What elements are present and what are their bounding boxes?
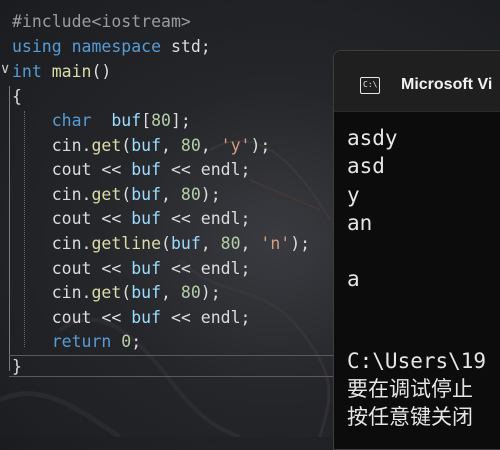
code-token: , <box>161 283 181 302</box>
code-token: ); <box>290 234 311 253</box>
code-line[interactable]: } <box>12 355 22 379</box>
console-output-line: 按任意键关闭 <box>347 405 473 429</box>
code-token: buf <box>131 283 162 302</box>
code-token: buf <box>111 111 142 130</box>
console-output-line: y <box>347 183 360 207</box>
code-token: #include <box>12 12 92 31</box>
code-token: << endl; <box>161 209 251 228</box>
code-token: 'y' <box>220 136 251 155</box>
code-token: buf <box>131 259 162 278</box>
code-token: int <box>12 62 42 81</box>
code-token: [ <box>141 111 152 130</box>
code-token: 80 <box>180 283 201 302</box>
code-token: cin. <box>12 283 92 302</box>
console-titlebar[interactable]: C:\ Microsoft Vi <box>334 51 500 112</box>
code-token: cout << <box>12 160 132 179</box>
code-token: buf <box>131 209 162 228</box>
code-token: using <box>12 37 62 56</box>
code-token: std; <box>161 37 211 56</box>
code-token: ; <box>131 332 142 351</box>
code-token: ); <box>250 136 271 155</box>
code-line[interactable]: cout << buf << endl; <box>12 257 251 281</box>
code-token: { <box>12 87 22 106</box>
code-token: , <box>200 234 221 253</box>
code-line[interactable]: cin.get(buf, 80); <box>12 281 221 305</box>
code-token: buf <box>131 185 162 204</box>
console-title: Microsoft Vi <box>401 76 493 93</box>
console-output-line: asd <box>347 154 385 178</box>
scope-guide <box>9 86 10 371</box>
code-token: buf <box>131 136 162 155</box>
code-token: cout << <box>12 308 132 327</box>
code-token: return <box>51 332 112 351</box>
console-output-line: C:\Users\19 <box>347 349 487 373</box>
code-token: ( <box>121 283 132 302</box>
code-token: 0 <box>121 332 132 351</box>
code-token: cout << <box>12 259 132 278</box>
code-token: 80 <box>180 185 201 204</box>
code-token: getline <box>91 234 162 253</box>
code-line[interactable]: char buf[80]; <box>12 109 191 133</box>
code-token: <iostream> <box>91 12 191 31</box>
code-token: , <box>240 234 261 253</box>
code-token: ( <box>121 136 132 155</box>
code-token: () <box>91 62 112 81</box>
code-line[interactable]: cout << buf << endl; <box>12 207 251 231</box>
code-token: ); <box>200 185 221 204</box>
code-token: , <box>161 136 181 155</box>
code-line[interactable]: int main() <box>12 60 111 84</box>
code-token: buf <box>131 160 162 179</box>
code-token: get <box>91 136 122 155</box>
code-line[interactable]: cout << buf << endl; <box>12 158 251 182</box>
code-line[interactable]: using namespace std; <box>12 35 211 59</box>
code-token: 'n' <box>260 234 291 253</box>
console-window[interactable]: C:\ Microsoft Vi asdy asd y an a C:\Users\19 要… <box>333 50 500 450</box>
code-line[interactable]: cin.get(buf, 80); <box>12 183 221 207</box>
code-token: buf <box>170 234 201 253</box>
code-token: cin. <box>12 185 92 204</box>
code-token: char <box>51 111 92 130</box>
chevron-down-icon[interactable]: ∨ <box>0 61 12 81</box>
code-line[interactable]: { <box>12 85 22 109</box>
code-token: , <box>200 136 221 155</box>
code-token: ]; <box>171 111 191 130</box>
code-token: << endl; <box>161 308 251 327</box>
code-token: << endl; <box>161 259 251 278</box>
code-token: cin. <box>12 234 92 253</box>
code-token: } <box>12 357 22 376</box>
code-token: ( <box>161 234 171 253</box>
code-line[interactable]: cin.getline(buf, 80, 'n'); <box>12 232 310 256</box>
code-token: 80 <box>220 234 241 253</box>
console-output-line: 要在调试停止 <box>347 377 473 401</box>
code-token: , <box>161 185 181 204</box>
code-token: cout << <box>12 209 132 228</box>
code-line[interactable]: #include<iostream> <box>12 10 191 34</box>
console-output-line: an <box>347 211 373 235</box>
code-token: ); <box>200 283 221 302</box>
console-output-line: a <box>347 267 360 291</box>
code-token: 80 <box>180 136 201 155</box>
code-token: 80 <box>151 111 171 130</box>
code-token: namespace <box>71 37 162 56</box>
code-token: cin. <box>12 136 92 155</box>
code-token: ( <box>121 185 132 204</box>
terminal-icon: C:\ <box>360 77 380 94</box>
code-token: buf <box>131 308 162 327</box>
code-token: << endl; <box>161 160 251 179</box>
code-line[interactable]: cout << buf << endl; <box>12 306 251 330</box>
code-token: get <box>91 283 122 302</box>
code-line[interactable]: return 0; <box>12 330 141 354</box>
code-token: main <box>51 62 92 81</box>
code-line[interactable]: cin.get(buf, 80, 'y'); <box>12 134 271 158</box>
code-token: get <box>91 185 122 204</box>
console-output-line: asdy <box>347 126 398 150</box>
